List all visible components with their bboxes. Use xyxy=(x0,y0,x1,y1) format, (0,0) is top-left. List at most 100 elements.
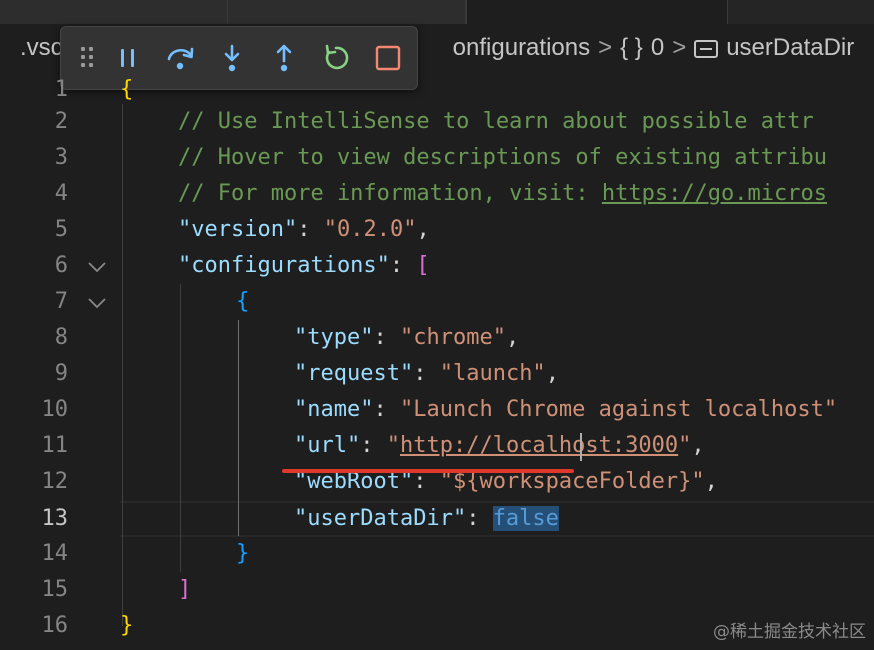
line-number: 4 xyxy=(54,181,68,206)
watermark: @稀土掘金技术社区 xyxy=(713,622,866,642)
code-bracket: [ xyxy=(416,253,430,278)
code-text: "url": "http://localhost:3000", xyxy=(294,428,705,464)
comment-text: // For more information, visit: xyxy=(178,181,602,206)
editor-tab[interactable] xyxy=(0,0,228,24)
property-icon xyxy=(694,40,719,58)
json-string: "launch" xyxy=(439,361,546,386)
code-text: "version": "0.2.0", xyxy=(178,212,430,248)
code-line: 1 { xyxy=(0,72,874,108)
code-text: "name": "Launch Chrome against localhost… xyxy=(294,392,837,428)
json-colon: : xyxy=(466,506,493,531)
json-colon: : xyxy=(413,361,440,386)
json-key: "version" xyxy=(178,217,298,242)
json-quote: " xyxy=(678,433,692,458)
json-colon: : xyxy=(389,253,417,278)
code-brace: { xyxy=(236,289,250,314)
line-number: 13 xyxy=(41,506,69,531)
code-line: 8 "type": "chrome", xyxy=(0,320,874,356)
code-line: 9 "request": "launch", xyxy=(0,356,874,392)
json-colon: : xyxy=(360,433,387,458)
code-line: 4 // For more information, visit: https:… xyxy=(0,176,874,212)
json-comma: , xyxy=(505,325,520,350)
code-text: "userDataDir": false xyxy=(294,501,559,537)
json-string: "Launch Chrome against localhost" xyxy=(399,397,838,422)
line-number: 9 xyxy=(54,361,68,386)
code-line: 11 "url": "http://localhost:3000", xyxy=(0,428,874,464)
chevron-right-icon: > xyxy=(598,34,613,61)
json-comma: , xyxy=(704,469,718,494)
json-quote: " xyxy=(386,433,400,458)
json-colon: : xyxy=(373,397,400,422)
line-number: 3 xyxy=(54,145,68,170)
pause-icon xyxy=(121,49,134,67)
json-string: "chrome" xyxy=(399,325,506,350)
json-comma: , xyxy=(691,433,705,458)
json-key: "userDataDir" xyxy=(294,506,467,531)
code-text: "type": "chrome", xyxy=(294,320,519,356)
tab-bar xyxy=(0,0,874,24)
step-over-icon xyxy=(167,47,194,70)
code-comment: // Hover to view descriptions of existin… xyxy=(178,145,828,170)
json-key: "request" xyxy=(294,361,414,386)
line-number: 1 xyxy=(54,77,68,102)
line-number: 16 xyxy=(41,613,69,638)
code-line: 6 "configurations": [ xyxy=(0,248,874,284)
json-comma: , xyxy=(545,361,559,386)
breadcrumb-folder[interactable]: .vsc xyxy=(20,34,63,62)
editor-tab[interactable] xyxy=(228,0,466,24)
json-string: "0.2.0" xyxy=(323,217,417,242)
line-number: 5 xyxy=(54,217,68,242)
json-colon: : xyxy=(373,325,400,350)
code-line: 7 { xyxy=(0,284,874,320)
editor-tab-active[interactable] xyxy=(466,0,728,24)
code-line: 2 // Use IntelliSense to learn about pos… xyxy=(0,104,874,140)
restart-icon xyxy=(325,44,349,70)
code-text: "configurations": [ xyxy=(178,248,430,284)
code-bracket: ] xyxy=(178,577,192,602)
stop-icon xyxy=(375,45,401,71)
code-line-active: 13 "userDataDir": false xyxy=(0,501,874,537)
code-comment: // Use IntelliSense to learn about possi… xyxy=(178,109,814,134)
json-boolean-selected[interactable]: false xyxy=(492,506,559,531)
line-number: 15 xyxy=(41,577,69,602)
line-number: 12 xyxy=(41,469,69,494)
line-number: 14 xyxy=(41,541,69,566)
red-annotation-underline xyxy=(282,469,574,473)
line-number: 2 xyxy=(54,109,68,134)
code-line: 5 "version": "0.2.0", xyxy=(0,212,874,248)
drag-handle-icon[interactable] xyxy=(81,47,97,71)
code-text: "request": "launch", xyxy=(294,356,559,392)
code-brace: { xyxy=(120,77,134,102)
json-key: "type" xyxy=(294,325,374,350)
comment-link[interactable]: https://go.micros xyxy=(602,181,827,206)
text-cursor xyxy=(580,433,582,461)
line-number: 6 xyxy=(54,253,68,278)
line-number: 7 xyxy=(54,289,68,314)
code-line: 15 ] xyxy=(0,572,874,608)
fold-chevron-icon[interactable] xyxy=(86,256,108,278)
line-number: 11 xyxy=(41,433,69,458)
json-key: "name" xyxy=(294,397,374,422)
json-key: "url" xyxy=(294,433,361,458)
line-number: 10 xyxy=(41,397,69,422)
breadcrumb-property[interactable]: userDataDir xyxy=(726,34,854,62)
line-number: 8 xyxy=(54,325,68,350)
json-colon: : xyxy=(297,217,324,242)
code-line: 14 } xyxy=(0,536,874,572)
code-line: 10 "name": "Launch Chrome against localh… xyxy=(0,392,874,428)
breadcrumb-index[interactable]: 0 xyxy=(651,34,664,62)
step-out-icon xyxy=(276,44,292,72)
json-comma: , xyxy=(416,217,430,242)
object-icon: { } xyxy=(620,34,643,61)
code-editor[interactable]: 1 { 2 // Use IntelliSense to learn about… xyxy=(0,72,874,650)
fold-chevron-icon[interactable] xyxy=(86,292,108,314)
code-brace: } xyxy=(236,541,250,566)
json-key: "configurations" xyxy=(178,253,390,278)
code-brace: } xyxy=(120,613,134,638)
step-into-icon xyxy=(224,44,240,72)
code-line: 3 // Hover to view descriptions of exist… xyxy=(0,140,874,176)
breadcrumb-configurations[interactable]: onfigurations xyxy=(453,34,590,62)
chevron-right-icon: > xyxy=(672,34,687,61)
code-comment: // For more information, visit: https://… xyxy=(178,176,827,212)
url-link[interactable]: http://localhost:3000 xyxy=(400,433,678,458)
